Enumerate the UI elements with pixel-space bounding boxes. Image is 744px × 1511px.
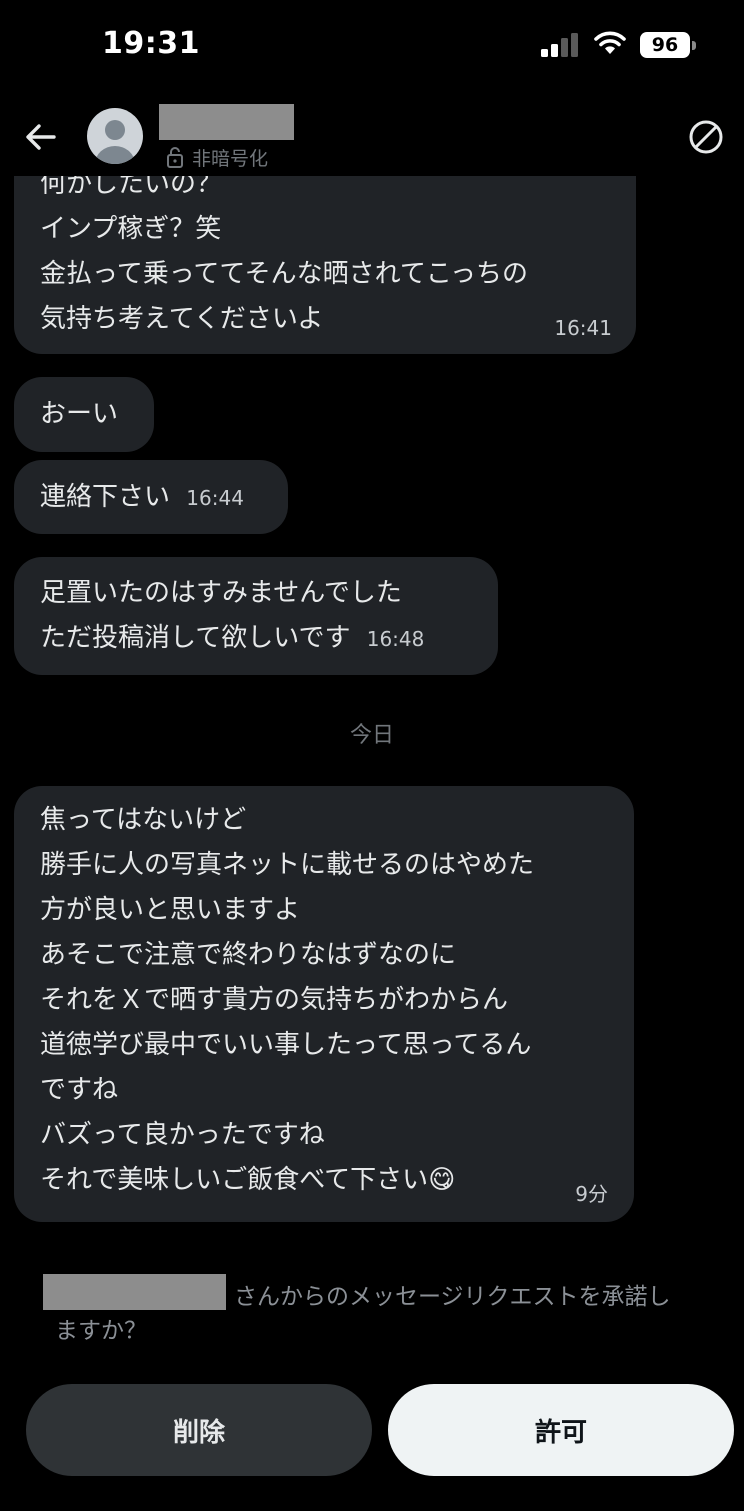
message-line: おーい [40, 399, 119, 429]
message-bubble[interactable]: 足置いたのはすみませんでした ただ投稿消して欲しいです 16:48 [14, 557, 498, 675]
message-line: ですね [40, 1075, 119, 1105]
message-bubble[interactable]: おーい [14, 377, 154, 452]
status-time: 19:31 [102, 26, 200, 61]
lock-icon [167, 147, 183, 168]
battery-tip [692, 41, 696, 50]
signal-icon [541, 33, 578, 57]
message-line: 何かしたいの？ [40, 176, 223, 199]
message-line: 方が良いと思いますよ [40, 895, 301, 925]
encryption-status: 非暗号化 [166, 145, 269, 170]
encryption-label: 非暗号化 [192, 147, 269, 170]
request-prompt-line1: さんからのメッセージリクエストを承諾し [234, 1284, 671, 1310]
message-time: 16:41 [554, 316, 612, 340]
message-line: 勝手に人の写真ネットに載せるのはやめた [40, 850, 535, 880]
back-arrow-icon[interactable] [22, 118, 60, 156]
message-line: インプ稼ぎ？笑 [40, 214, 222, 244]
message-line: 金払って乗っててそんな晒されてこっちの [40, 259, 529, 289]
message-bubble[interactable]: 焦ってはないけど 勝手に人の写真ネットに載せるのはやめた 方が良いと思いますよ … [14, 786, 634, 1222]
allow-button[interactable]: 許可 [388, 1384, 734, 1476]
message-list[interactable]: 何かしたいの？ インプ稼ぎ？笑 金払って乗っててそんな晒されてこっちの 気持ち考… [0, 176, 744, 1256]
message-line: それで美味しいご飯食べて下さい [40, 1165, 429, 1195]
wifi-icon [594, 31, 626, 54]
battery-icon: 96 [640, 32, 696, 58]
request-prompt-line2: ますか？ [55, 1318, 147, 1344]
message-time: 16:48 [366, 627, 425, 651]
message-bubble[interactable]: 連絡下さい 16:44 [14, 460, 288, 534]
redacted-username[interactable] [159, 104, 294, 140]
yum-emoji: 😋 [428, 1165, 456, 1195]
delete-button[interactable]: 削除 [26, 1384, 372, 1476]
message-bubble[interactable]: 何かしたいの？ インプ稼ぎ？笑 金払って乗っててそんな晒されてこっちの 気持ち考… [14, 176, 636, 354]
block-icon[interactable] [688, 119, 724, 155]
message-line: あそこで注意で終わりなはずなのに [40, 940, 457, 970]
message-line: 焦ってはないけど [40, 805, 247, 835]
message-line: 連絡下さい [40, 482, 171, 512]
date-separator: 今日 [349, 723, 394, 748]
message-line: ただ投稿消して欲しいです [40, 623, 351, 653]
battery-level: 96 [640, 32, 690, 58]
message-time: 16:44 [186, 486, 244, 510]
avatar-icon[interactable] [87, 108, 143, 164]
message-line: バズって良かったですね [40, 1120, 325, 1150]
redacted-requester-name [43, 1274, 226, 1310]
message-line: 気持ち考えてくださいよ [40, 304, 324, 334]
message-line: 足置いたのはすみませんでした [40, 578, 402, 608]
message-line: それをＸで晒す貴方の気持ちがわからん [40, 985, 509, 1015]
message-line: 道徳学び最中でいい事したって思ってるん [40, 1030, 532, 1060]
message-time: 9分 [575, 1182, 608, 1206]
